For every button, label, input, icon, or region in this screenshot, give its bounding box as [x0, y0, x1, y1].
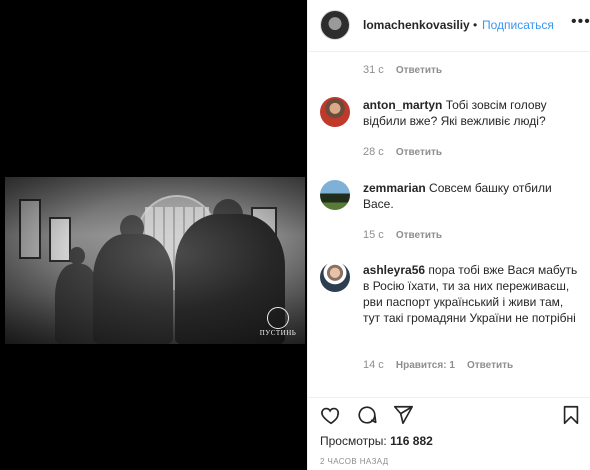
commenter-username[interactable]: anton_martyn — [363, 98, 442, 112]
comments-list[interactable]: 31 с Ответить anton_martyn Тобі зовсім г… — [308, 52, 590, 397]
comment-icon[interactable] — [356, 404, 378, 426]
separator-dot: • — [473, 18, 478, 32]
watermark-text: ПУСТИНЬ — [259, 329, 297, 337]
likes-count[interactable]: Нравится: 1 — [396, 360, 455, 371]
commenter-username[interactable]: ashleyra56 — [363, 263, 425, 277]
reply-button[interactable]: Ответить — [396, 65, 442, 76]
post-video[interactable]: ПУСТИНЬ — [5, 177, 305, 344]
more-horizontal-icon[interactable]: ••• — [571, 13, 590, 31]
comment-time: 14 с — [363, 359, 384, 371]
action-bar — [308, 397, 590, 429]
comment-meta: 31 с Ответить — [363, 64, 451, 76]
post-side-panel: lomachenkovasiliy • Подписаться ••• 31 с… — [307, 0, 590, 470]
comment-time: 31 с — [363, 64, 384, 76]
views-number: 116 882 — [390, 434, 433, 448]
commenter-avatar[interactable] — [320, 262, 350, 292]
follow-button[interactable]: Подписаться — [482, 18, 554, 32]
reply-button[interactable]: Ответить — [467, 360, 513, 371]
commenter-avatar[interactable] — [320, 97, 350, 127]
author-username[interactable]: lomachenkovasiliy — [363, 18, 470, 32]
comment-time: 15 с — [363, 229, 384, 241]
reply-button[interactable]: Ответить — [396, 230, 442, 241]
author-avatar[interactable] — [320, 10, 350, 40]
comment-meta: 28 с Ответить — [363, 146, 451, 158]
views-label: Просмотры: — [320, 434, 387, 448]
post-timestamp: 2 ЧАСОВ НАЗАД — [320, 457, 389, 466]
comment-time: 28 с — [363, 146, 384, 158]
bookmark-icon[interactable] — [560, 404, 582, 426]
post-media: ПУСТИНЬ — [0, 0, 307, 470]
post-header: lomachenkovasiliy • Подписаться ••• — [308, 0, 590, 52]
comment-meta: 14 с Нравится: 1 Ответить — [363, 359, 522, 371]
commenter-username[interactable]: zemmarian — [363, 181, 426, 195]
share-icon[interactable] — [392, 404, 414, 426]
comment-meta: 15 с Ответить — [363, 229, 451, 241]
watermark-logo: ПУСТИНЬ — [260, 307, 296, 339]
heart-icon[interactable] — [320, 404, 342, 426]
reply-button[interactable]: Ответить — [396, 147, 442, 158]
commenter-avatar[interactable] — [320, 180, 350, 210]
views-count: Просмотры: 116 882 — [320, 434, 433, 448]
